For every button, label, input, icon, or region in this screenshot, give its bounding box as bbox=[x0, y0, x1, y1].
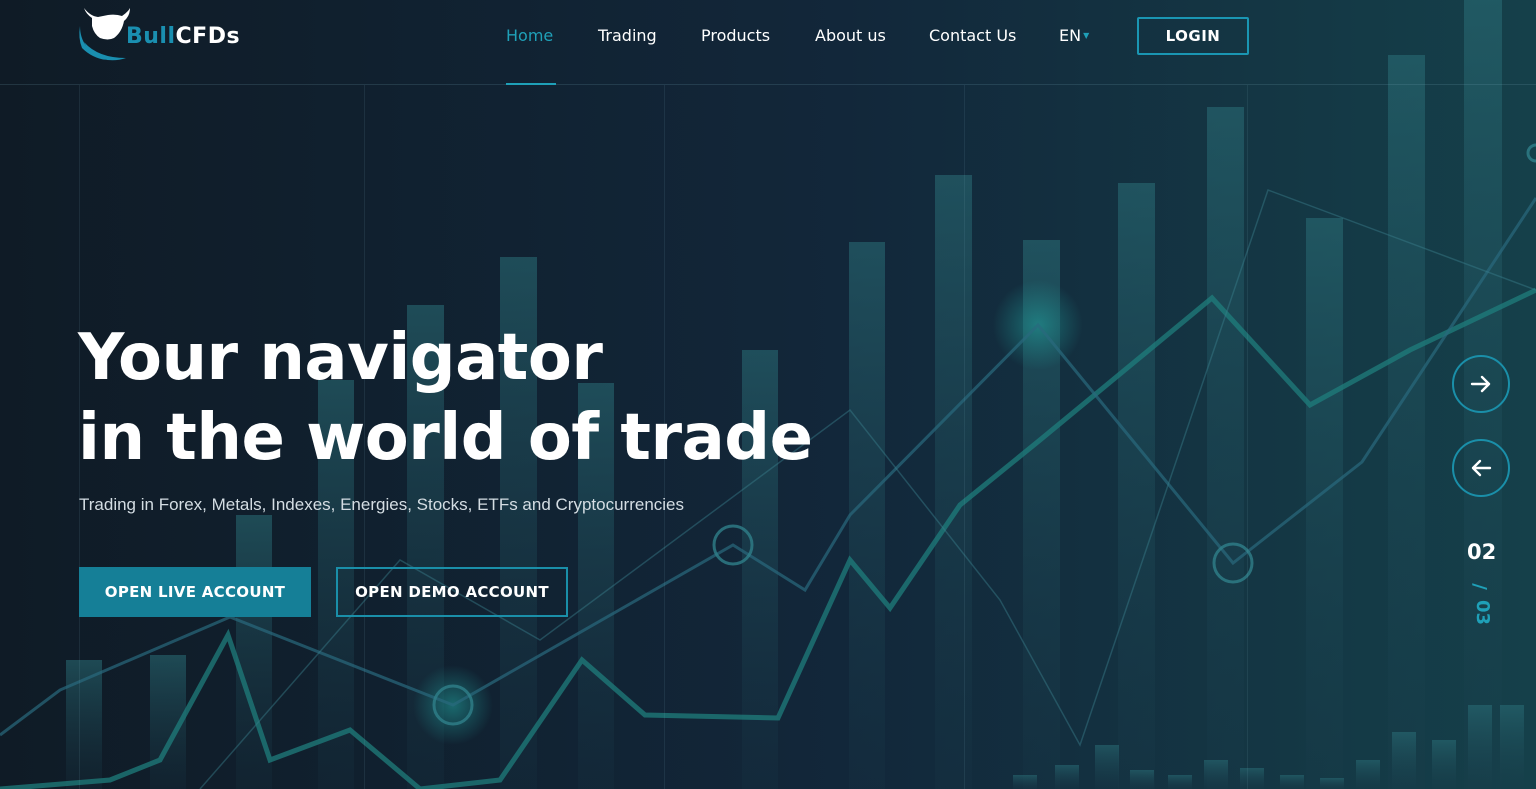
hero-title: Your navigator in the world of trade bbox=[78, 318, 813, 478]
slide-total: / 03 bbox=[1468, 578, 1496, 634]
language-selector[interactable]: EN ▼ bbox=[1059, 26, 1089, 45]
nav-active-indicator bbox=[506, 83, 556, 85]
slide-separator: / bbox=[1468, 583, 1490, 590]
nav-trading[interactable]: Trading bbox=[598, 26, 657, 45]
slide-total-number: 03 bbox=[1472, 599, 1494, 626]
slider-prev-button[interactable] bbox=[1452, 439, 1510, 497]
slide-current-number: 02 bbox=[1467, 540, 1497, 564]
caret-down-icon: ▼ bbox=[1083, 31, 1090, 40]
arrow-right-icon bbox=[1470, 375, 1491, 393]
open-live-account-button[interactable]: OPEN LIVE ACCOUNT bbox=[79, 567, 311, 617]
nav-products[interactable]: Products bbox=[701, 26, 770, 45]
brand-name: BullCFDs bbox=[126, 24, 241, 49]
nav-home[interactable]: Home bbox=[506, 26, 553, 45]
slider-next-button[interactable] bbox=[1452, 355, 1510, 413]
open-demo-account-button[interactable]: OPEN DEMO ACCOUNT bbox=[336, 567, 568, 617]
nav-about-us[interactable]: About us bbox=[815, 26, 886, 45]
grid-line bbox=[964, 85, 965, 789]
login-button[interactable]: LOGIN bbox=[1137, 17, 1249, 55]
grid-line bbox=[1247, 85, 1248, 789]
hero-title-line2: in the world of trade bbox=[78, 401, 813, 475]
brand-logo[interactable]: BullCFDs bbox=[78, 8, 248, 66]
site-header: BullCFDs Home Trading Products About us … bbox=[0, 0, 1536, 85]
hero-subtitle: Trading in Forex, Metals, Indexes, Energ… bbox=[79, 495, 685, 514]
nav-contact-us[interactable]: Contact Us bbox=[929, 26, 1016, 45]
arrow-left-icon bbox=[1471, 459, 1492, 477]
hero-title-line1: Your navigator bbox=[78, 321, 603, 395]
language-label: EN bbox=[1059, 26, 1082, 45]
